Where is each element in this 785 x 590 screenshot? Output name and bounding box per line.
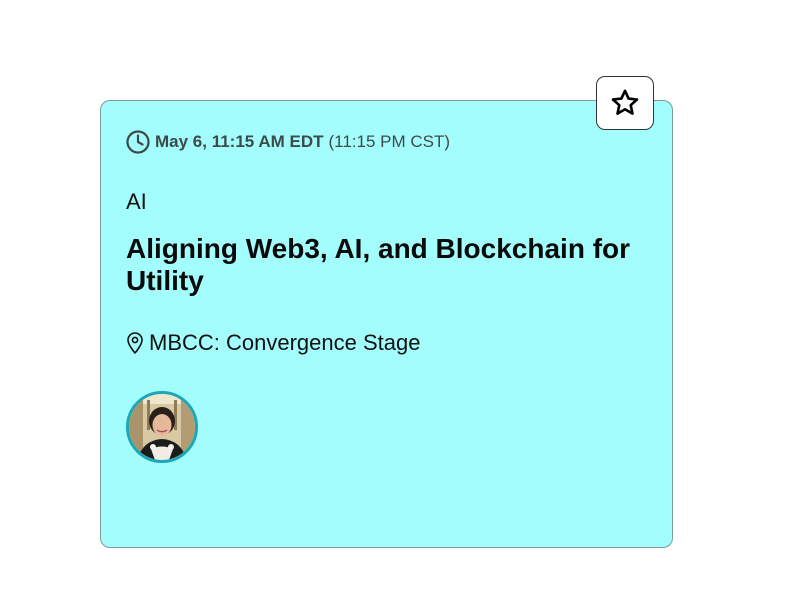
session-time-row: May 6, 11:15 AM EDT (11:15 PM CST): [125, 129, 450, 155]
star-outline-icon: [611, 89, 639, 115]
session-title[interactable]: Aligning Web3, AI, and Blockchain for Ut…: [126, 233, 646, 297]
session-location: MBCC: Convergence Stage: [149, 330, 421, 355]
favorite-button[interactable]: [596, 76, 654, 130]
session-location-row: MBCC: Convergence Stage: [125, 330, 420, 356]
page: May 6, 11:15 AM EDT (11:15 PM CST) AI Al…: [0, 0, 785, 590]
session-track-label: AI: [126, 189, 147, 214]
speaker-photo: [129, 394, 195, 460]
speaker-avatar[interactable]: [126, 391, 198, 463]
session-card[interactable]: May 6, 11:15 AM EDT (11:15 PM CST) AI Al…: [100, 100, 673, 548]
session-time-local: May 6, 11:15 AM EDT: [155, 132, 324, 151]
map-pin-icon: [125, 331, 145, 355]
session-time-converted: (11:15 PM CST): [328, 132, 451, 151]
clock-icon: [125, 129, 151, 155]
